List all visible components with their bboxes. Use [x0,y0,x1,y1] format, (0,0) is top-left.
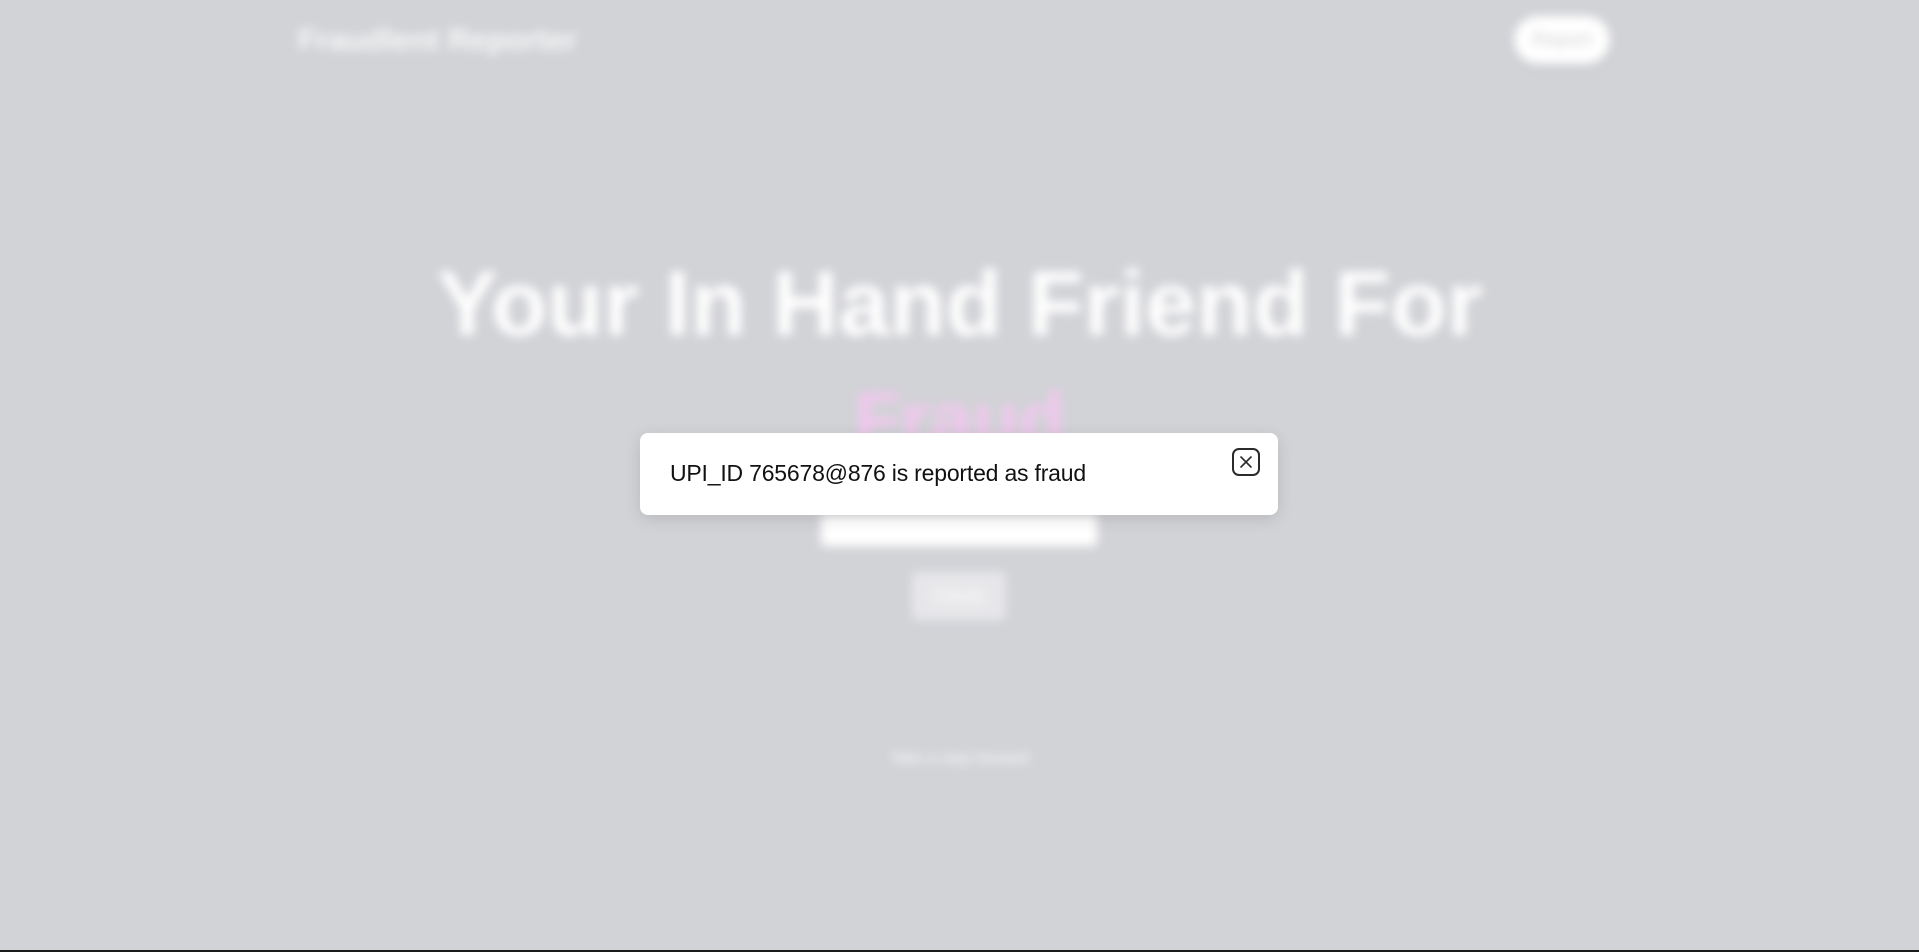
brand-logo-text: Fraudlent Reporter [298,22,578,57]
hero-title: Your In Hand Friend For [436,253,1483,355]
page: Fraudlent Reporter Report Your In Hand F… [0,0,1919,952]
close-icon [1240,456,1252,468]
fraud-alert-modal: UPI_ID 765678@876 is reported as fraud [640,433,1278,515]
upi-input[interactable] [821,514,1097,546]
close-button[interactable] [1232,448,1260,476]
modal-message: UPI_ID 765678@876 is reported as fraud [670,460,1086,486]
footer-tagline: Take a step forward [889,750,1030,767]
check-button[interactable]: Check [912,572,1006,620]
report-button[interactable]: Report [1514,16,1610,64]
